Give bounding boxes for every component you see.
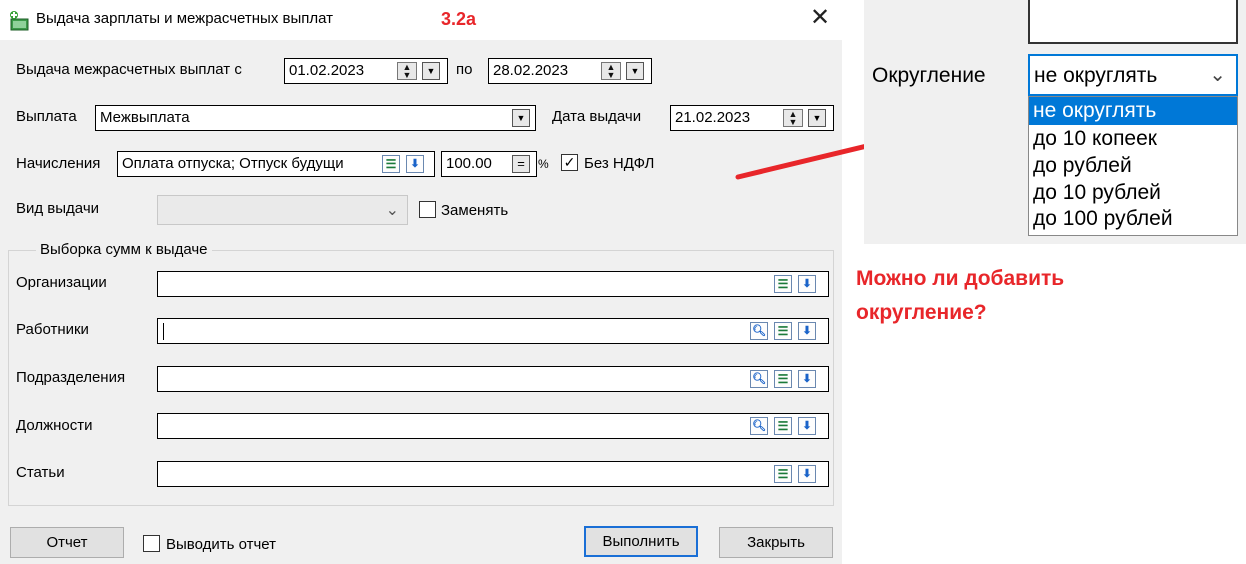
annotation-question: Можно ли добавить округление? [856,262,1064,330]
payment-select[interactable]: Межвыплата ▼ [95,105,536,131]
rounding-select[interactable]: не округлять ⌄ [1028,54,1238,96]
percent-field[interactable]: 100.00 = [441,151,537,177]
upper-field-edge [1028,0,1238,44]
execute-button[interactable]: Выполнить [584,526,698,557]
arrow-down-icon[interactable]: ⬇ [406,155,424,173]
issue-type-label: Вид выдачи [16,200,100,217]
percent-value: 100.00 [446,155,492,172]
no-ndfl-checkbox[interactable]: ✓ [561,154,578,171]
payment-label: Выплата [16,108,77,125]
rounding-zoom-panel: Округление не округлять ⌄ не округлять д… [864,0,1246,244]
rounding-option[interactable]: до 10 рублей [1033,181,1161,205]
date-from-field[interactable]: 01.02.2023 ▲ ▼ ▼ [284,58,448,84]
period-label: Выдача межрасчетных выплат с [16,61,242,78]
payment-dropdown-button[interactable]: ▼ [512,109,530,127]
screenshot-tag: 3.2а [441,9,477,29]
date-from-value: 01.02.2023 [289,62,365,79]
filter-label-departments: Подразделения [16,369,126,386]
search-icon[interactable]: 🔍︎ [750,417,768,435]
arrow-down-icon[interactable]: ⬇ [798,417,816,435]
equals-icon[interactable]: = [512,155,530,173]
filter-label-articles: Статьи [16,464,65,481]
list-icon[interactable]: ☰ [774,465,792,483]
question-line-1: Можно ли добавить [856,267,1065,290]
close-icon[interactable]: ✕ [808,6,832,30]
rounding-option[interactable]: до 10 копеек [1033,127,1157,151]
positions-field[interactable]: 🔍︎ ☰ ⬇ [157,413,829,439]
replace-label: Заменять [441,202,509,219]
search-icon[interactable]: 🔍︎ [750,322,768,340]
rounding-option[interactable]: не округлять [1033,99,1156,123]
issue-type-select[interactable]: ⌄ [157,195,408,225]
list-icon[interactable]: ☰ [774,370,792,388]
arrow-down-icon[interactable]: ⬇ [798,465,816,483]
list-icon[interactable]: ☰ [774,322,792,340]
date-to-value: 28.02.2023 [493,62,569,79]
search-icon[interactable]: 🔍︎ [750,370,768,388]
articles-field[interactable]: ☰ ⬇ [157,461,829,487]
filter-label-positions: Должности [16,417,93,434]
date-from-spinner[interactable]: ▲ ▼ [397,62,417,80]
text-cursor [163,323,164,340]
arrow-down-icon[interactable]: ⬇ [798,370,816,388]
employees-field[interactable]: 🔍︎ ☰ ⬇ [157,318,829,344]
organizations-field[interactable]: ☰ ⬇ [157,271,829,297]
issue-date-label: Дата выдачи [552,108,642,125]
chevron-down-icon: ⌄ [385,202,399,219]
title-bar: Выдача зарплаты и межрасчетных выплат 3.… [0,0,842,40]
window-title: Выдача зарплаты и межрасчетных выплат [36,10,333,27]
report-button[interactable]: Отчет [10,527,124,558]
period-to-label: по [456,61,473,78]
rounding-option[interactable]: до 100 рублей [1033,207,1173,231]
money-app-icon [10,11,29,31]
no-ndfl-label: Без НДФЛ [584,155,655,172]
question-line-2: округление? [856,301,987,324]
group-title: Выборка сумм к выдаче [36,241,212,258]
accruals-field[interactable]: Оплата отпуска; Отпуск будущи ☰ ⬇ [117,151,435,177]
payment-value: Межвыплата [100,109,190,126]
filter-label-organizations: Организации [16,274,107,291]
accruals-value: Оплата отпуска; Отпуск будущи [122,155,344,172]
date-from-dropdown[interactable]: ▼ [422,62,440,80]
chevron-down-icon[interactable]: ⌄ [1209,62,1226,87]
percent-sign: % [538,157,549,171]
date-to-dropdown[interactable]: ▼ [626,62,644,80]
show-report-label: Выводить отчет [166,536,276,553]
rounding-label: Округление [872,64,986,87]
rounding-dropdown-list: не округлять до 10 копеек до рублей до 1… [1028,96,1238,236]
date-to-field[interactable]: 28.02.2023 ▲ ▼ ▼ [488,58,652,84]
rounding-selected-value: не округлять [1034,64,1158,87]
arrow-down-icon[interactable]: ⬇ [798,322,816,340]
departments-field[interactable]: 🔍︎ ☰ ⬇ [157,366,829,392]
arrow-down-icon[interactable]: ⬇ [798,275,816,293]
show-report-checkbox[interactable] [143,535,160,552]
accruals-label: Начисления [16,155,101,172]
list-icon[interactable]: ☰ [382,155,400,173]
close-button[interactable]: Закрыть [719,527,833,558]
filter-label-employees: Работники [16,321,89,338]
replace-checkbox[interactable] [419,201,436,218]
list-icon[interactable]: ☰ [774,275,792,293]
payout-dialog: Выдача зарплаты и межрасчетных выплат 3.… [0,0,842,564]
list-icon[interactable]: ☰ [774,417,792,435]
date-to-spinner[interactable]: ▲ ▼ [601,62,621,80]
rounding-option[interactable]: до рублей [1033,154,1132,178]
